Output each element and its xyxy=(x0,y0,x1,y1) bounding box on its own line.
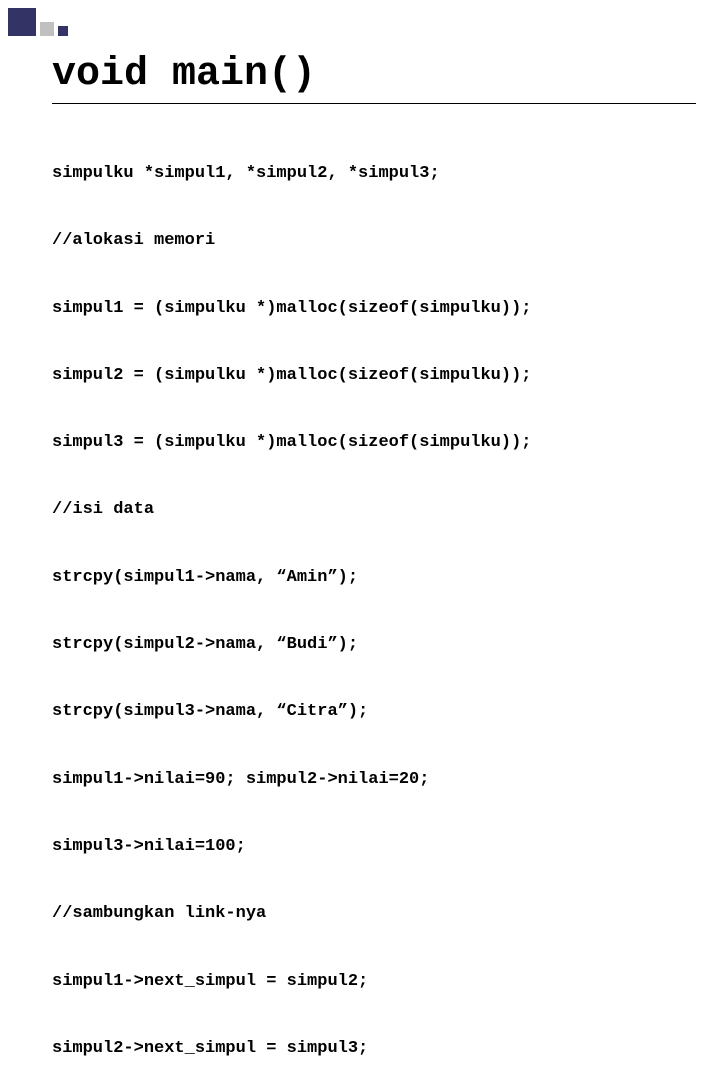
code-line: //sambungkan link-nya xyxy=(52,903,696,925)
code-line: simpul1 = (simpulku *)malloc(sizeof(simp… xyxy=(52,298,696,320)
code-line: strcpy(simpul1->nama, “Amin”); xyxy=(52,567,696,589)
code-block: simpulku *simpul1, *simpul2, *simpul3; /… xyxy=(52,118,696,1080)
code-line: simpul2->next_simpul = simpul3; xyxy=(52,1038,696,1060)
slide-decoration xyxy=(0,0,68,36)
decoration-square-gray xyxy=(40,22,54,36)
code-line: simpul1->next_simpul = simpul2; xyxy=(52,971,696,993)
decoration-square-large xyxy=(8,8,36,36)
decoration-square-small xyxy=(58,26,68,36)
code-line: simpul2 = (simpulku *)malloc(sizeof(simp… xyxy=(52,365,696,387)
code-line: simpul3->nilai=100; xyxy=(52,836,696,858)
code-line: simpul3 = (simpulku *)malloc(sizeof(simp… xyxy=(52,432,696,454)
title-underline xyxy=(52,103,696,104)
code-line: //alokasi memori xyxy=(52,230,696,252)
code-line: simpulku *simpul1, *simpul2, *simpul3; xyxy=(52,163,696,185)
slide-content: void main() simpulku *simpul1, *simpul2,… xyxy=(52,52,696,1080)
code-line: simpul1->nilai=90; simpul2->nilai=20; xyxy=(52,769,696,791)
code-line: strcpy(simpul2->nama, “Budi”); xyxy=(52,634,696,656)
code-line: strcpy(simpul3->nama, “Citra”); xyxy=(52,701,696,723)
code-line: //isi data xyxy=(52,499,696,521)
slide-title: void main() xyxy=(52,52,696,97)
